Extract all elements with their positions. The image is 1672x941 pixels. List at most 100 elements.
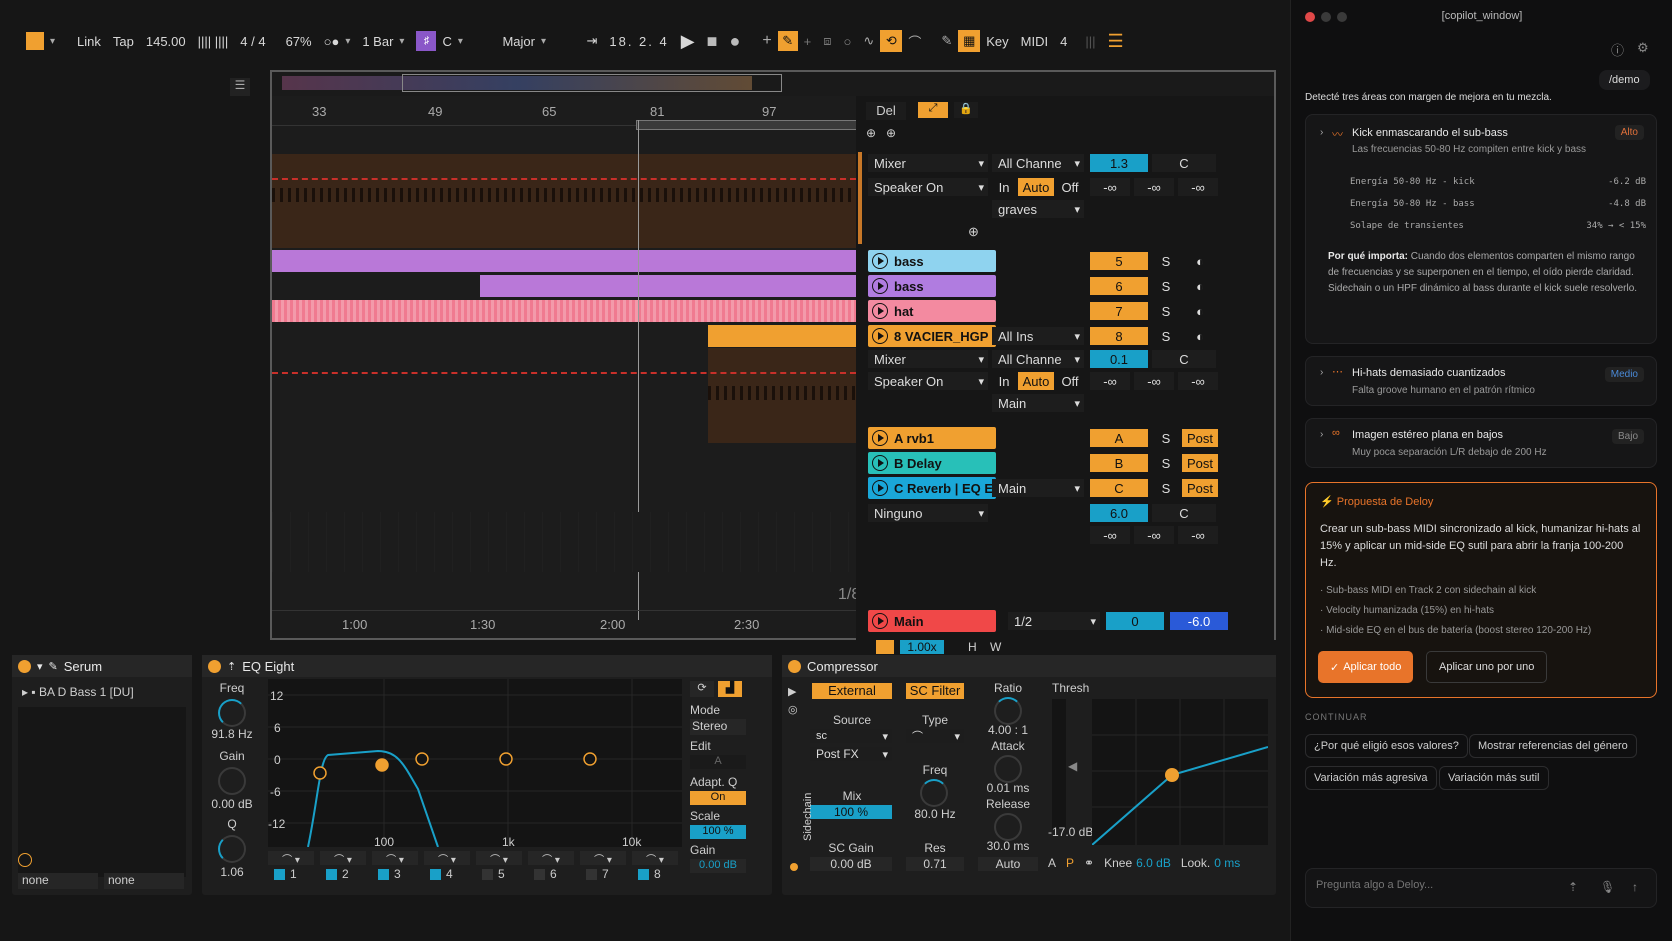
grid-icon[interactable]: ▦: [958, 30, 981, 52]
track-activator[interactable]: A: [1090, 429, 1148, 447]
chat-input-box[interactable]: ⇡ 🎙 ↑: [1305, 868, 1657, 908]
threshold-handle[interactable]: [1165, 768, 1179, 782]
record-icon[interactable]: ●: [723, 30, 746, 52]
midi-clip-bass-1[interactable]: [272, 250, 856, 272]
suggestion-chip[interactable]: Variación más sutil: [1439, 766, 1549, 790]
punch-icon[interactable]: ⌒: [902, 30, 927, 52]
monitor-auto-button[interactable]: Auto: [1018, 178, 1054, 196]
chat-input[interactable]: [1316, 879, 1536, 891]
adaptive-icon[interactable]: ⟳: [690, 681, 714, 697]
band-filter-type-select[interactable]: ⌒ ▾: [632, 851, 678, 866]
res-field[interactable]: 0.71: [906, 857, 964, 871]
pan-field[interactable]: C: [1152, 154, 1216, 172]
folder-icon[interactable]: ▸ ▪: [22, 685, 36, 699]
freq-knob[interactable]: [218, 699, 246, 727]
release-knob[interactable]: [994, 813, 1022, 841]
chevron-right-icon[interactable]: ›: [1320, 367, 1323, 378]
band-filter-type-select[interactable]: ⌒ ▾: [268, 851, 314, 866]
eq-band-handle[interactable]: [499, 752, 513, 766]
midi-clip-hat[interactable]: [272, 300, 856, 322]
external-toggle[interactable]: External: [812, 683, 892, 699]
input-type-select[interactable]: Mixer: [868, 154, 988, 172]
solo-button[interactable]: S: [1154, 429, 1178, 447]
suggestion-chip[interactable]: Mostrar referencias del género: [1469, 734, 1637, 758]
pan-field[interactable]: C: [1152, 350, 1216, 368]
play-icon[interactable]: [872, 613, 888, 629]
audio-clip-vacier[interactable]: [708, 325, 856, 347]
eq-band-handle[interactable]: [583, 752, 597, 766]
arm-icon[interactable]: ◐: [1182, 252, 1218, 270]
sc-filter-toggle[interactable]: SC Filter: [906, 683, 964, 699]
fold-icon[interactable]: ▾: [37, 660, 43, 673]
output-select[interactable]: Speaker On: [868, 372, 988, 390]
power-icon[interactable]: [208, 659, 221, 673]
expand-icon[interactable]: ⤢: [918, 102, 948, 118]
solo-button[interactable]: S: [1154, 479, 1178, 497]
mix-field[interactable]: 100 %: [810, 805, 892, 819]
eq-band-handle[interactable]: [375, 758, 389, 772]
band-enable-toggle[interactable]: [274, 869, 285, 880]
time-signature[interactable]: 4 / 4: [234, 30, 271, 52]
arm-icon[interactable]: ◐: [1182, 302, 1218, 320]
master-db-field[interactable]: -6.0: [1170, 612, 1228, 630]
time-ruler[interactable]: 1:00 1:30 2:00 2:30: [272, 610, 856, 636]
ratio-knob[interactable]: [994, 697, 1022, 725]
output-route-select[interactable]: Main: [992, 394, 1084, 412]
spectrum-icon[interactable]: ▟: [718, 681, 742, 697]
sc-freq-knob[interactable]: [920, 779, 948, 807]
tap-button[interactable]: Tap: [107, 30, 140, 52]
play-icon[interactable]: [872, 303, 888, 319]
track-activator[interactable]: 5: [1090, 252, 1148, 270]
add-track-icon[interactable]: ⊕: [866, 126, 876, 140]
track-name-1[interactable]: bass: [868, 275, 996, 297]
solo-button[interactable]: S: [1154, 302, 1178, 320]
zoom-field[interactable]: 67%: [280, 30, 318, 52]
p-button[interactable]: P: [1066, 856, 1074, 870]
band-enable-toggle[interactable]: [534, 869, 545, 880]
output-select[interactable]: Speaker On: [868, 178, 988, 196]
input-select[interactable]: All Ins: [992, 327, 1084, 345]
monitor-auto-button[interactable]: Auto: [1018, 372, 1054, 390]
mode-select[interactable]: Stereo: [690, 719, 746, 735]
solo-button[interactable]: S: [1154, 454, 1178, 472]
capture-icon[interactable]: ⧈: [817, 30, 837, 52]
stop-icon[interactable]: ■: [701, 30, 724, 52]
scale-field[interactable]: 100 %: [690, 825, 746, 839]
track-activator[interactable]: 8: [1090, 327, 1148, 345]
w-button[interactable]: W: [990, 640, 1001, 654]
eq-display[interactable]: 12 6 0 -6 -12 100 1k 10k: [268, 679, 682, 849]
track-activator[interactable]: B: [1090, 454, 1148, 472]
input-channel-select[interactable]: All Channe: [992, 154, 1084, 172]
apply-one-button[interactable]: Aplicar uno por uno: [1426, 651, 1548, 683]
input-channel-select[interactable]: All Channe: [992, 350, 1084, 368]
issue-card[interactable]: › ⋯ Hi-hats demasiado cuantizados Medio …: [1305, 356, 1657, 406]
play-icon[interactable]: [872, 253, 888, 269]
automation-arm-icon[interactable]: ✎: [777, 31, 798, 51]
band-filter-type-select[interactable]: ⌒ ▾: [372, 851, 418, 866]
solo-button[interactable]: S: [1154, 252, 1178, 270]
band-filter-type-select[interactable]: ⌒ ▾: [528, 851, 574, 866]
post-button[interactable]: Post: [1182, 454, 1218, 472]
thresh-marker-icon[interactable]: ◀: [1068, 759, 1077, 773]
transfer-curve[interactable]: [1091, 699, 1269, 846]
delete-button[interactable]: Del: [866, 102, 906, 120]
overview-viewport[interactable]: [402, 74, 782, 92]
master-track-name[interactable]: Main: [868, 610, 996, 632]
sidechain-play-icon[interactable]: ▶: [788, 685, 796, 698]
follow-icon[interactable]: ⇥: [580, 30, 603, 52]
band-filter-type-select[interactable]: ⌒ ▾: [580, 851, 626, 866]
arm-icon[interactable]: ◐: [1182, 277, 1218, 295]
sc-gain-field[interactable]: 0.00 dB: [810, 857, 892, 871]
power-icon[interactable]: [788, 659, 801, 673]
gain-knob[interactable]: [218, 767, 246, 795]
power-icon[interactable]: [18, 659, 31, 673]
band-filter-type-select[interactable]: ⌒ ▾: [424, 851, 470, 866]
stereo-link-icon[interactable]: ⚭: [1084, 856, 1094, 870]
send-icon[interactable]: ↑: [1632, 880, 1638, 894]
monitor-in-button[interactable]: In: [992, 372, 1016, 390]
output-gain-field[interactable]: 0.00 dB: [690, 859, 746, 873]
overdub-icon[interactable]: +: [798, 30, 818, 52]
solo-button[interactable]: S: [1154, 327, 1178, 345]
monitor-off-button[interactable]: Off: [1056, 178, 1084, 196]
post-button[interactable]: Post: [1182, 479, 1218, 497]
